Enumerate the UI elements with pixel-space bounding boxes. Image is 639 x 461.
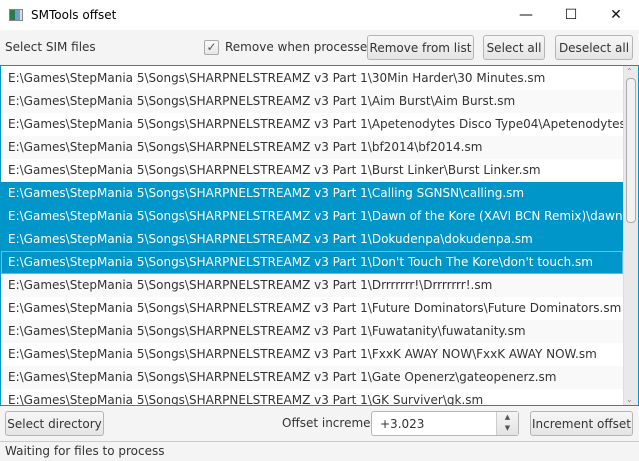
vertical-scrollbar[interactable]: ⌃ ⌄ [623,66,638,405]
maximize-button[interactable]: ☐ [548,0,594,30]
window-title: SMTools offset [31,8,117,22]
close-icon: ✕ [610,7,622,23]
maximize-icon: ☐ [564,7,578,23]
list-item[interactable]: E:\Games\StepMania 5\Songs\SHARPNELSTREA… [1,182,623,205]
close-button[interactable]: ✕ [593,0,639,30]
increment-down-icon[interactable]: ▼ [497,423,518,434]
list-item[interactable]: E:\Games\StepMania 5\Songs\SHARPNELSTREA… [1,228,623,251]
scroll-down-icon[interactable]: ⌄ [626,395,633,404]
file-list[interactable]: E:\Games\StepMania 5\Songs\SHARPNELSTREA… [0,65,639,406]
list-item[interactable]: E:\Games\StepMania 5\Songs\SHARPNELSTREA… [1,251,623,274]
select-directory-button[interactable]: Select directory [5,411,104,436]
list-item[interactable]: E:\Games\StepMania 5\Songs\SHARPNELSTREA… [1,113,638,136]
scrollbar-thumb[interactable] [626,78,636,223]
list-item[interactable]: E:\Games\StepMania 5\Songs\SHARPNELSTREA… [1,136,623,159]
increment-up-icon[interactable]: ▲ [497,412,518,423]
list-item[interactable]: E:\Games\StepMania 5\Songs\SHARPNELSTREA… [1,90,623,113]
title-bar: SMTools offset — ☐ ✕ [0,0,639,30]
list-item[interactable]: E:\Games\StepMania 5\Songs\SHARPNELSTREA… [1,274,623,297]
list-item[interactable]: E:\Games\StepMania 5\Songs\SHARPNELSTREA… [1,297,623,320]
list-item[interactable]: E:\Games\StepMania 5\Songs\SHARPNELSTREA… [1,366,623,389]
offset-increment-spinner[interactable]: ▲ ▼ [371,411,519,436]
app-icon [9,9,23,21]
offset-increment-input[interactable] [372,412,490,435]
scroll-up-icon[interactable]: ⌃ [626,67,633,76]
list-item[interactable]: E:\Games\StepMania 5\Songs\SHARPNELSTREA… [1,343,623,366]
minimize-button[interactable]: — [503,0,549,30]
list-item[interactable]: E:\Games\StepMania 5\Songs\SHARPNELSTREA… [1,389,623,405]
select-files-label: Select SIM files [5,40,96,54]
remove-when-processed-checkbox[interactable]: ✓ [204,40,219,55]
remove-from-list-button[interactable]: Remove from list [367,35,474,60]
checkmark-icon: ✓ [206,40,217,54]
list-item[interactable]: E:\Games\StepMania 5\Songs\SHARPNELSTREA… [1,67,623,90]
minimize-icon: — [519,7,533,23]
list-item[interactable]: E:\Games\StepMania 5\Songs\SHARPNELSTREA… [1,159,623,182]
increment-offset-button[interactable]: Increment offset [530,411,633,436]
remove-when-processed-label[interactable]: Remove when processed [225,40,375,54]
list-item[interactable]: E:\Games\StepMania 5\Songs\SHARPNELSTREA… [1,205,638,228]
list-item[interactable]: E:\Games\StepMania 5\Songs\SHARPNELSTREA… [1,320,623,343]
status-bar: Waiting for files to process [0,441,639,461]
select-all-button[interactable]: Select all [483,35,545,60]
deselect-all-button[interactable]: Deselect all [555,35,633,60]
